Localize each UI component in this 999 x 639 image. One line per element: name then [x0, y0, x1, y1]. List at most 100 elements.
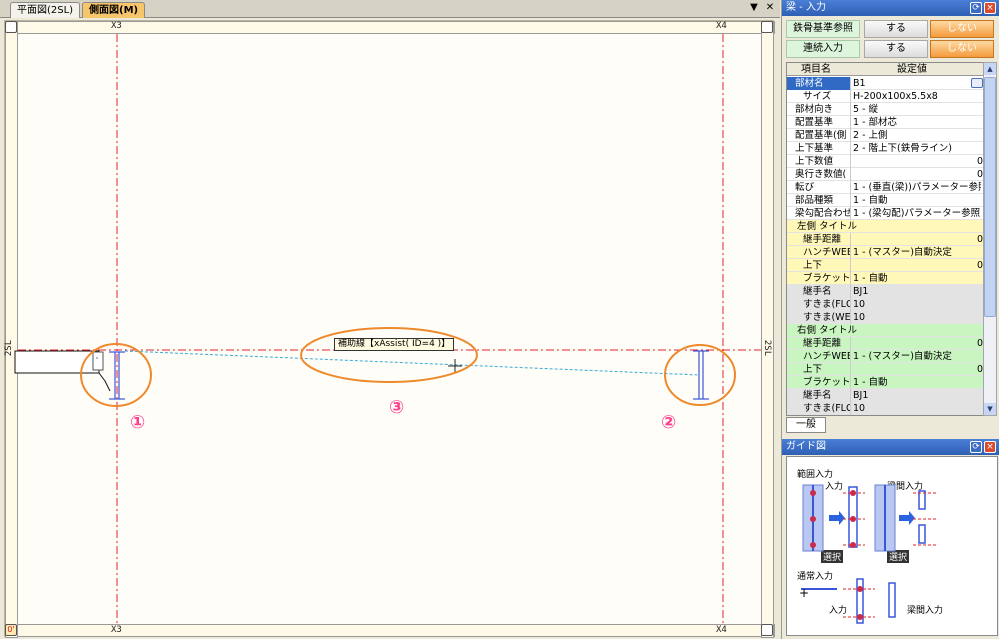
- property-name: ハンチWEB: [787, 246, 851, 259]
- option-row-steel-ref: 鉄骨基準参照 する しない: [786, 20, 998, 38]
- scroll-up-icon[interactable]: ▲: [984, 63, 996, 75]
- property-row[interactable]: 右側 タイトル: [787, 324, 985, 337]
- property-value: 1 - (マスター)自動決定: [853, 247, 952, 258]
- callout-ellipse-3: [300, 327, 478, 383]
- property-row[interactable]: 左側 タイトル: [787, 220, 985, 233]
- property-value: 10: [853, 299, 866, 310]
- beam-input-titlebar: 梁 - 入力 ⟳ ×: [782, 0, 999, 16]
- property-value: 5 - 縦: [853, 104, 879, 115]
- close-icon[interactable]: ×: [984, 2, 996, 14]
- property-value: 2 - 上側: [853, 130, 888, 141]
- property-name: 上下: [787, 363, 851, 376]
- property-name: サイズ: [787, 90, 851, 103]
- property-name: 部材向き: [787, 103, 851, 116]
- property-scrollbar[interactable]: ▲ ▼: [983, 62, 997, 416]
- property-row[interactable]: ブラケット部1 - 自動: [787, 376, 985, 389]
- property-name: 継手名: [787, 285, 851, 298]
- beam-input-title: 梁 - 入力: [786, 2, 826, 13]
- right-panel: 梁 - 入力 ⟳ × 鉄骨基準参照 する しない 連続入力 する しない 項目名…: [781, 0, 999, 639]
- close-icon[interactable]: ✕: [764, 2, 776, 14]
- property-name: すきま(FLG: [787, 402, 851, 415]
- property-row[interactable]: 奥行き数値(0: [787, 168, 985, 181]
- property-name: ブラケット部: [787, 272, 851, 285]
- property-row[interactable]: すきま(FLG 10: [787, 402, 985, 415]
- property-grid[interactable]: 項目名 設定値 部材名 B1 サイズ H-200x100x5.5x8 部材向き 5 - 縦…: [786, 62, 986, 416]
- property-row[interactable]: 上下 0: [787, 259, 985, 272]
- property-row[interactable]: 上下基準 2 - 階上下(鉄骨ライン): [787, 142, 985, 155]
- close-icon[interactable]: ×: [984, 441, 996, 453]
- pin-icon[interactable]: ⟳: [970, 441, 982, 453]
- property-value: [853, 324, 981, 337]
- property-name: ハンチWEB: [787, 350, 851, 363]
- property-row[interactable]: 転び 1 - (垂直(梁))パラメーター参照: [787, 181, 985, 194]
- drawing-canvas[interactable]: 0' X3 X4 X3 X4 2SL 2SL 補助線【xAssist(ID=4…: [4, 20, 775, 638]
- continuous-off-button[interactable]: しない: [930, 40, 994, 58]
- property-row[interactable]: 部材向き 5 - 縦: [787, 103, 985, 116]
- property-row[interactable]: 継手名 BJ1: [787, 285, 985, 298]
- hunch-lines: [98, 372, 111, 392]
- tab-plan-view[interactable]: 平面図(2SL): [10, 2, 81, 18]
- property-row[interactable]: 部品種類 1 - 自動: [787, 194, 985, 207]
- drawing-pane: 平面図(2SL) 側面図(M) ▼ ✕ 0' X3 X4 X3 X4 2SL 2…: [0, 0, 780, 639]
- callout-ellipse-1: [80, 343, 152, 407]
- property-name: 継手名: [787, 389, 851, 402]
- option-label-steel-ref: 鉄骨基準参照: [786, 20, 860, 38]
- bracket-plate: [92, 351, 104, 371]
- tab-side-view[interactable]: 側面図(M): [82, 2, 146, 18]
- callout-label-2: ②: [661, 412, 677, 433]
- property-row[interactable]: 梁勾配合わせ 1 - (梁勾配)パラメーター参照: [787, 207, 985, 220]
- property-value: 1 - (垂直(梁))パラメーター参照: [853, 182, 981, 193]
- property-row[interactable]: 継手距離 0: [787, 233, 985, 246]
- property-value: 10: [853, 312, 866, 323]
- property-value: H-200x100x5.5x8: [853, 91, 938, 102]
- steel-ref-on-button[interactable]: する: [864, 20, 928, 38]
- assist-line: [124, 350, 700, 376]
- property-value: [853, 155, 981, 168]
- option-row-continuous: 連続入力 する しない: [786, 40, 998, 58]
- property-row[interactable]: 継手名 BJ1: [787, 389, 985, 402]
- property-value: [853, 363, 981, 376]
- steel-ref-off-button[interactable]: しない: [930, 20, 994, 38]
- callout-ellipse-2: [664, 344, 736, 406]
- property-value: 1 - (梁勾配)パラメーター参照: [853, 208, 981, 219]
- property-row[interactable]: 上下 0: [787, 363, 985, 376]
- assist-tooltip: 補助線【xAssist( ID=4 )】: [334, 338, 455, 351]
- property-row[interactable]: 上下数値 0: [787, 155, 985, 168]
- header-item-name: 項目名: [801, 64, 831, 75]
- property-name: すきま(WEE: [787, 311, 851, 324]
- property-name: 奥行き数値(: [787, 168, 851, 181]
- existing-beam: [14, 350, 100, 374]
- property-value: 1 - 部材芯: [853, 117, 898, 128]
- property-name: 継手距離: [787, 337, 851, 350]
- property-row[interactable]: ハンチWEB 1 - (マスター)自動決定: [787, 246, 985, 259]
- property-row[interactable]: すきま(FLG 10: [787, 298, 985, 311]
- property-value: 1 - 自動: [853, 273, 888, 284]
- property-row[interactable]: 配置基準(側 2 - 上側: [787, 129, 985, 142]
- guide-titlebar: ガイド図 ⟳ ×: [782, 439, 999, 455]
- property-value: [853, 168, 981, 181]
- property-row[interactable]: 配置基準 1 - 部材芯: [787, 116, 985, 129]
- callout-label-3: ③: [389, 397, 405, 418]
- scroll-down-icon[interactable]: ▼: [984, 403, 996, 415]
- property-value: [853, 220, 981, 233]
- property-row[interactable]: ハンチWEB 1 - (マスター)自動決定: [787, 350, 985, 363]
- property-grid-header: 項目名 設定値: [787, 63, 985, 76]
- browse-icon[interactable]: [971, 78, 983, 88]
- property-value: 1 - (マスター)自動決定: [853, 351, 952, 362]
- pin-icon[interactable]: ⟳: [970, 2, 982, 14]
- dropdown-icon[interactable]: ▼: [748, 2, 760, 14]
- property-name: 転び: [787, 181, 851, 194]
- property-name: 上下基準: [787, 142, 851, 155]
- guide-diagram: 範囲入力 入力 梁間入力 選択 選択 通常入力 入力 梁間入力 +: [786, 456, 998, 636]
- property-row[interactable]: すきま(WEE10: [787, 311, 985, 324]
- property-row[interactable]: ブラケット部1 - 自動: [787, 272, 985, 285]
- property-row[interactable]: サイズ H-200x100x5.5x8: [787, 90, 985, 103]
- scroll-thumb[interactable]: [984, 77, 996, 317]
- property-name: すきま(FLG: [787, 298, 851, 311]
- continuous-on-button[interactable]: する: [864, 40, 928, 58]
- property-row[interactable]: 継手距離 0: [787, 337, 985, 350]
- property-value: 10: [853, 403, 866, 414]
- guide-title: ガイド図: [786, 441, 826, 452]
- tab-general[interactable]: 一般: [786, 417, 826, 433]
- property-row[interactable]: 部材名 B1: [787, 77, 985, 90]
